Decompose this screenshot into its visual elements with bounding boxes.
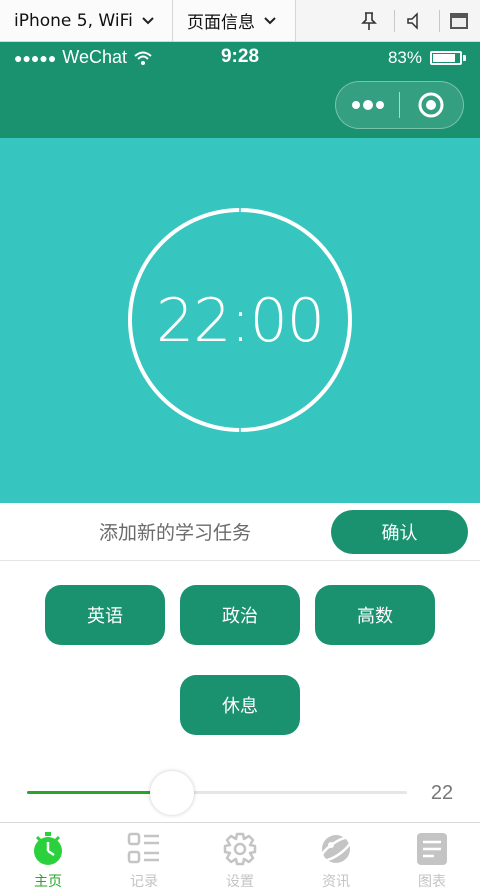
window-icon[interactable] [444, 6, 474, 36]
subject-button-english[interactable]: 英语 [45, 585, 165, 645]
timer-panel: 22:00 [0, 138, 480, 503]
task-input[interactable] [40, 513, 310, 553]
tab-label: 主页 [34, 874, 62, 890]
chart-board-icon [417, 833, 447, 865]
wechat-header: ●●●●● WeChat 9:28 83% [0, 42, 480, 138]
battery-tip [463, 55, 466, 61]
toolbar-divider [394, 9, 395, 32]
device-selector[interactable]: iPhone 5, WiFi [0, 0, 173, 41]
device-selector-label: iPhone 5, WiFi [14, 10, 133, 31]
slider-thumb[interactable] [150, 771, 194, 815]
more-dots-icon[interactable] [336, 82, 399, 128]
planet-icon [319, 835, 353, 863]
chevron-down-icon [142, 16, 154, 24]
tab-news[interactable]: 资讯 [288, 823, 384, 893]
subject-button-math[interactable]: 高数 [315, 585, 435, 645]
subject-button-politics[interactable]: 政治 [180, 585, 300, 645]
speaker-icon[interactable] [399, 6, 429, 36]
pin-icon[interactable] [354, 6, 384, 36]
task-input-row: 确认 [0, 503, 480, 561]
devtools-toolbar: iPhone 5, WiFi 页面信息 [0, 0, 480, 42]
page-info-label: 页面信息 [187, 13, 255, 33]
stopwatch-icon [34, 832, 62, 865]
subject-button-rest[interactable]: 休息 [180, 675, 300, 735]
chevron-down-icon [264, 16, 276, 24]
list-icon [127, 832, 159, 864]
tab-charts[interactable]: 图表 [384, 823, 480, 893]
tab-label: 设置 [226, 874, 254, 890]
gear-icon [223, 832, 257, 866]
confirm-button[interactable]: 确认 [331, 510, 468, 554]
duration-slider[interactable] [27, 771, 407, 815]
tab-home[interactable]: 主页 [0, 823, 96, 893]
tab-label: 记录 [130, 874, 158, 890]
tab-settings[interactable]: 设置 [192, 823, 288, 893]
tab-label: 资讯 [322, 874, 350, 890]
page-info-selector[interactable]: 页面信息 [173, 0, 296, 41]
status-bar: ●●●●● WeChat 9:28 83% [0, 42, 480, 76]
tab-records[interactable]: 记录 [96, 823, 192, 893]
toolbar-divider [439, 9, 440, 32]
battery-fill [433, 54, 455, 62]
tab-label: 图表 [418, 874, 446, 890]
tab-bar: 主页 记录 设置 资讯 图表 [0, 822, 480, 893]
slider-value: 22 [430, 782, 454, 804]
battery-percent: 83% [387, 48, 422, 67]
battery-icon [430, 51, 462, 65]
wechat-capsule [335, 81, 464, 129]
timer-display: 22:00 [156, 286, 325, 356]
target-circle-icon[interactable] [400, 82, 463, 128]
